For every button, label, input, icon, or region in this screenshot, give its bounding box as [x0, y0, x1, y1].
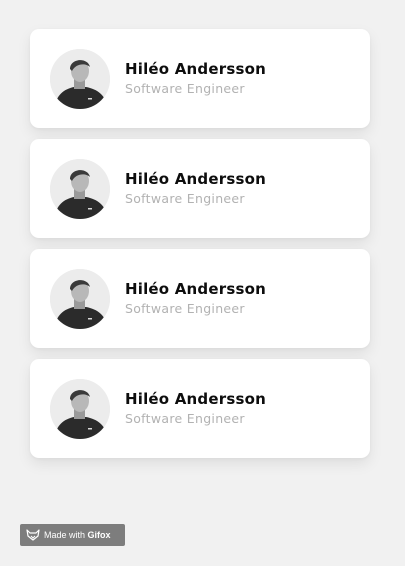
avatar [50, 378, 110, 439]
profile-role: Software Engineer [125, 411, 245, 426]
profile-name: Hiléo Andersson [125, 60, 266, 78]
profile-card[interactable]: Hiléo Andersson Software Engineer [30, 29, 370, 128]
made-with-gifox-badge[interactable]: Made with Gifox [20, 524, 125, 546]
profile-role: Software Engineer [125, 301, 245, 316]
profile-role: Software Engineer [125, 81, 245, 96]
badge-prefix: Made with [44, 530, 86, 540]
badge-brand: Gifox [87, 530, 111, 540]
profile-name: Hiléo Andersson [125, 390, 266, 408]
profile-card[interactable]: Hiléo Andersson Software Engineer [30, 359, 370, 458]
profile-name: Hiléo Andersson [125, 280, 266, 298]
profile-list: Hiléo Andersson Software Engineer Hiléo … [30, 29, 370, 469]
profile-role: Software Engineer [125, 191, 245, 206]
avatar [50, 158, 110, 219]
avatar [50, 48, 110, 109]
profile-card[interactable]: Hiléo Andersson Software Engineer [30, 249, 370, 348]
avatar [50, 268, 110, 329]
fox-logo-icon [26, 529, 40, 541]
profile-card[interactable]: Hiléo Andersson Software Engineer [30, 139, 370, 238]
profile-name: Hiléo Andersson [125, 170, 266, 188]
